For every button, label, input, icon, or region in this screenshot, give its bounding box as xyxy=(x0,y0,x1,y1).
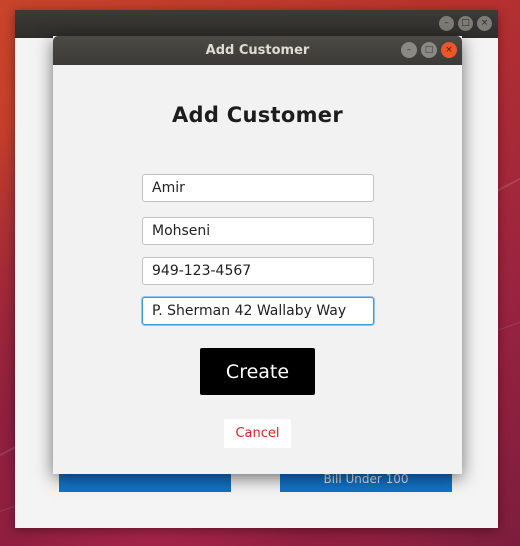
add-customer-dialog: Add Customer – □ × Add Customer Create C… xyxy=(53,36,462,474)
create-button[interactable]: Create xyxy=(200,348,315,395)
first-name-field[interactable] xyxy=(142,174,374,202)
phone-field[interactable] xyxy=(142,257,374,285)
dialog-titlebar: Add Customer – □ × xyxy=(53,36,462,65)
close-icon[interactable]: × xyxy=(477,16,492,31)
main-window-controls: – □ × xyxy=(439,16,492,31)
address-field[interactable] xyxy=(142,297,374,325)
main-window-titlebar: – □ × xyxy=(15,10,498,38)
maximize-icon[interactable]: □ xyxy=(421,42,437,58)
minimize-icon[interactable]: – xyxy=(439,16,454,31)
maximize-icon[interactable]: □ xyxy=(458,16,473,31)
cancel-button[interactable]: Cancel xyxy=(224,419,291,448)
page-title: Add Customer xyxy=(171,103,344,127)
last-name-field[interactable] xyxy=(142,217,374,245)
close-icon[interactable]: × xyxy=(441,42,457,58)
minimize-icon[interactable]: – xyxy=(401,42,417,58)
dialog-window-controls: – □ × xyxy=(401,42,457,58)
